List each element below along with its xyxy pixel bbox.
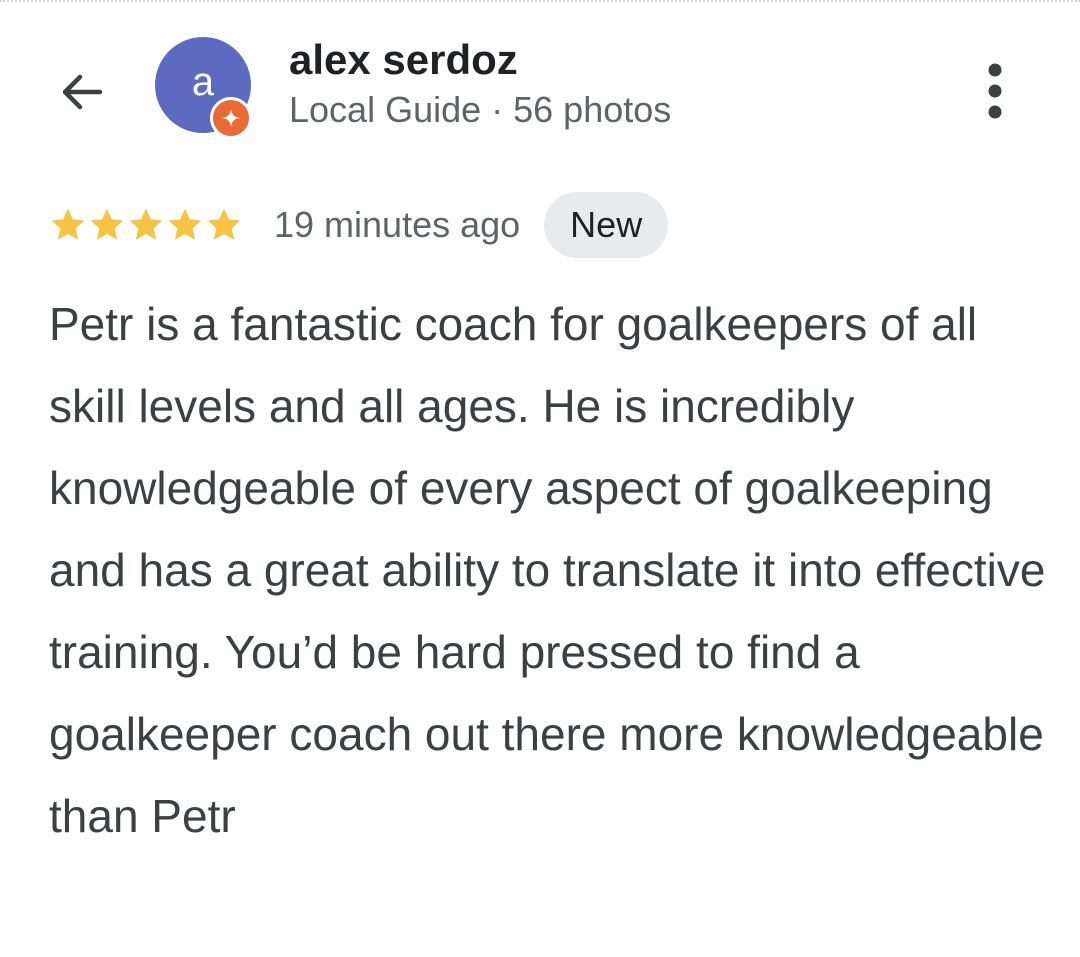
more-options-button[interactable]	[965, 56, 1025, 126]
rating-row: 19 minutes ago New	[48, 192, 669, 258]
star-icon	[207, 208, 241, 240]
review-text: Petr is a fantastic coach for goalkeeper…	[49, 298, 1046, 842]
back-button[interactable]	[50, 60, 114, 124]
star-icon	[51, 208, 85, 240]
star-icon	[168, 208, 202, 240]
top-divider	[0, 0, 1080, 2]
reviewer-meta: Local Guide · 56 photos	[289, 89, 672, 130]
star-icon	[90, 208, 124, 240]
avatar-letter: a	[191, 59, 215, 104]
more-vert-icon	[988, 63, 1002, 119]
new-badge: New	[544, 192, 669, 258]
local-guide-badge-icon	[210, 97, 252, 139]
review-time: 19 minutes ago	[274, 204, 521, 245]
arrow-left-icon	[62, 74, 103, 110]
star-rating	[48, 205, 244, 245]
reviewer-name[interactable]: alex serdoz	[289, 36, 518, 84]
star-icon	[129, 208, 163, 240]
